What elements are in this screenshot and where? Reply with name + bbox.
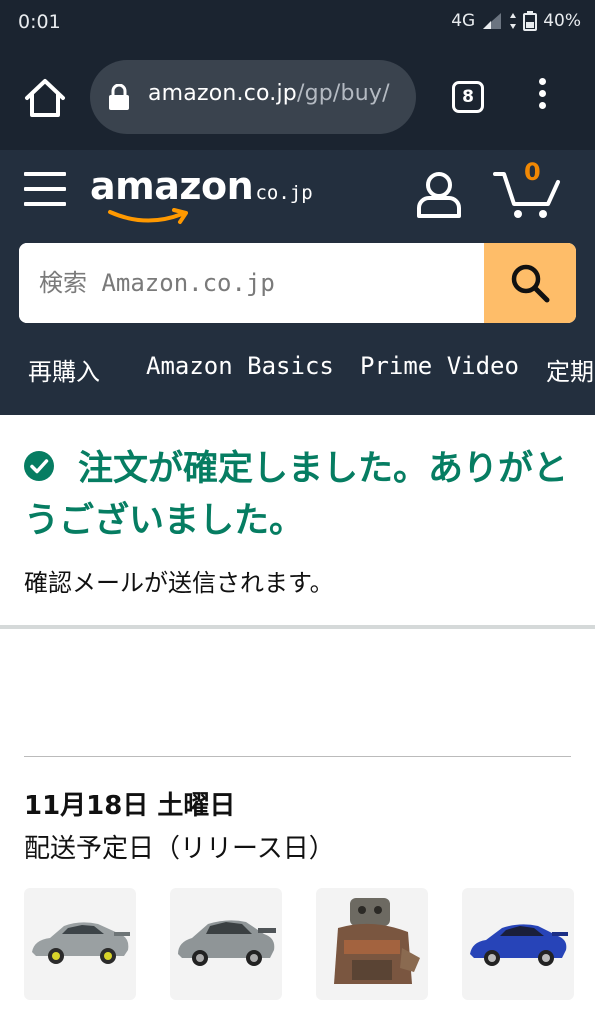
silver-car-image [32,922,130,964]
search-bar [19,243,576,323]
home-icon[interactable] [22,76,68,120]
status-time: 0:01 [18,11,61,33]
castle-figure-image [334,898,420,984]
signal-icon [483,13,502,29]
status-right: 4G 40% [451,11,581,31]
overflow-menu-icon[interactable] [532,78,552,118]
amazon-header: amazon .co.jp 0 再購入 Amazon Basics Prime … [0,150,595,415]
hamburger-menu-icon[interactable] [24,172,66,210]
amazon-logo[interactable]: amazon .co.jp [90,164,330,230]
battery-icon [523,11,538,31]
delivery-label: 配送予定日（リリース日） [24,834,335,864]
battery-percent: 40% [543,11,581,31]
logo-wordmark: amazon [90,164,254,208]
url-text[interactable]: amazon.co.jp/gp/buy/ [148,81,390,106]
delivery-divider [24,756,571,757]
nav-item-rebuy[interactable]: 再購入 [28,352,100,387]
account-icon[interactable] [414,170,464,220]
product-thumb-gray-sedan[interactable] [170,888,282,1000]
product-thumbnails [24,888,574,1000]
product-thumb-silver-car[interactable] [24,888,136,1000]
gray-sedan-image [178,920,276,966]
address-bar[interactable]: amazon.co.jp/gp/buy/ [90,60,416,134]
nav-strip: 再購入 Amazon Basics Prime Video 定期 [0,348,595,392]
cart-count-badge: 0 [524,158,541,186]
status-bar: 0:01 4G 40% [0,0,595,46]
confirmation-subtitle: 確認メールが送信されます。 [24,569,334,597]
url-domain: amazon.co.jp [148,81,297,106]
confirmation-title: 注文が確定しました。ありがとうございました。 [24,449,569,541]
lock-icon [109,84,129,110]
browser-toolbar: amazon.co.jp/gp/buy/ 8 [0,46,595,150]
data-arrows-icon [510,13,517,29]
logo-tld: .co.jp [244,182,313,204]
tab-switcher-button[interactable]: 8 [452,81,484,113]
delivery-date: 11月18日 土曜日 [24,791,236,821]
nav-item-prime-video[interactable]: Prime Video [360,352,519,380]
search-input[interactable] [19,243,484,323]
order-confirmation: 注文が確定しました。ありがとうございました。 確認メールが送信されます。 [0,415,595,627]
network-label: 4G [451,11,476,31]
nav-item-amazon-basics[interactable]: Amazon Basics [146,352,334,380]
search-button[interactable] [484,243,576,323]
section-divider [0,625,595,629]
logo-smile-icon [108,208,188,224]
blue-car-image [470,924,568,966]
product-thumb-blue-car[interactable] [462,888,574,1000]
product-thumb-castle-figure[interactable] [316,888,428,1000]
url-path: /gp/buy/ [296,81,390,106]
search-icon [511,264,550,303]
nav-item-subscribe[interactable]: 定期 [546,352,594,387]
